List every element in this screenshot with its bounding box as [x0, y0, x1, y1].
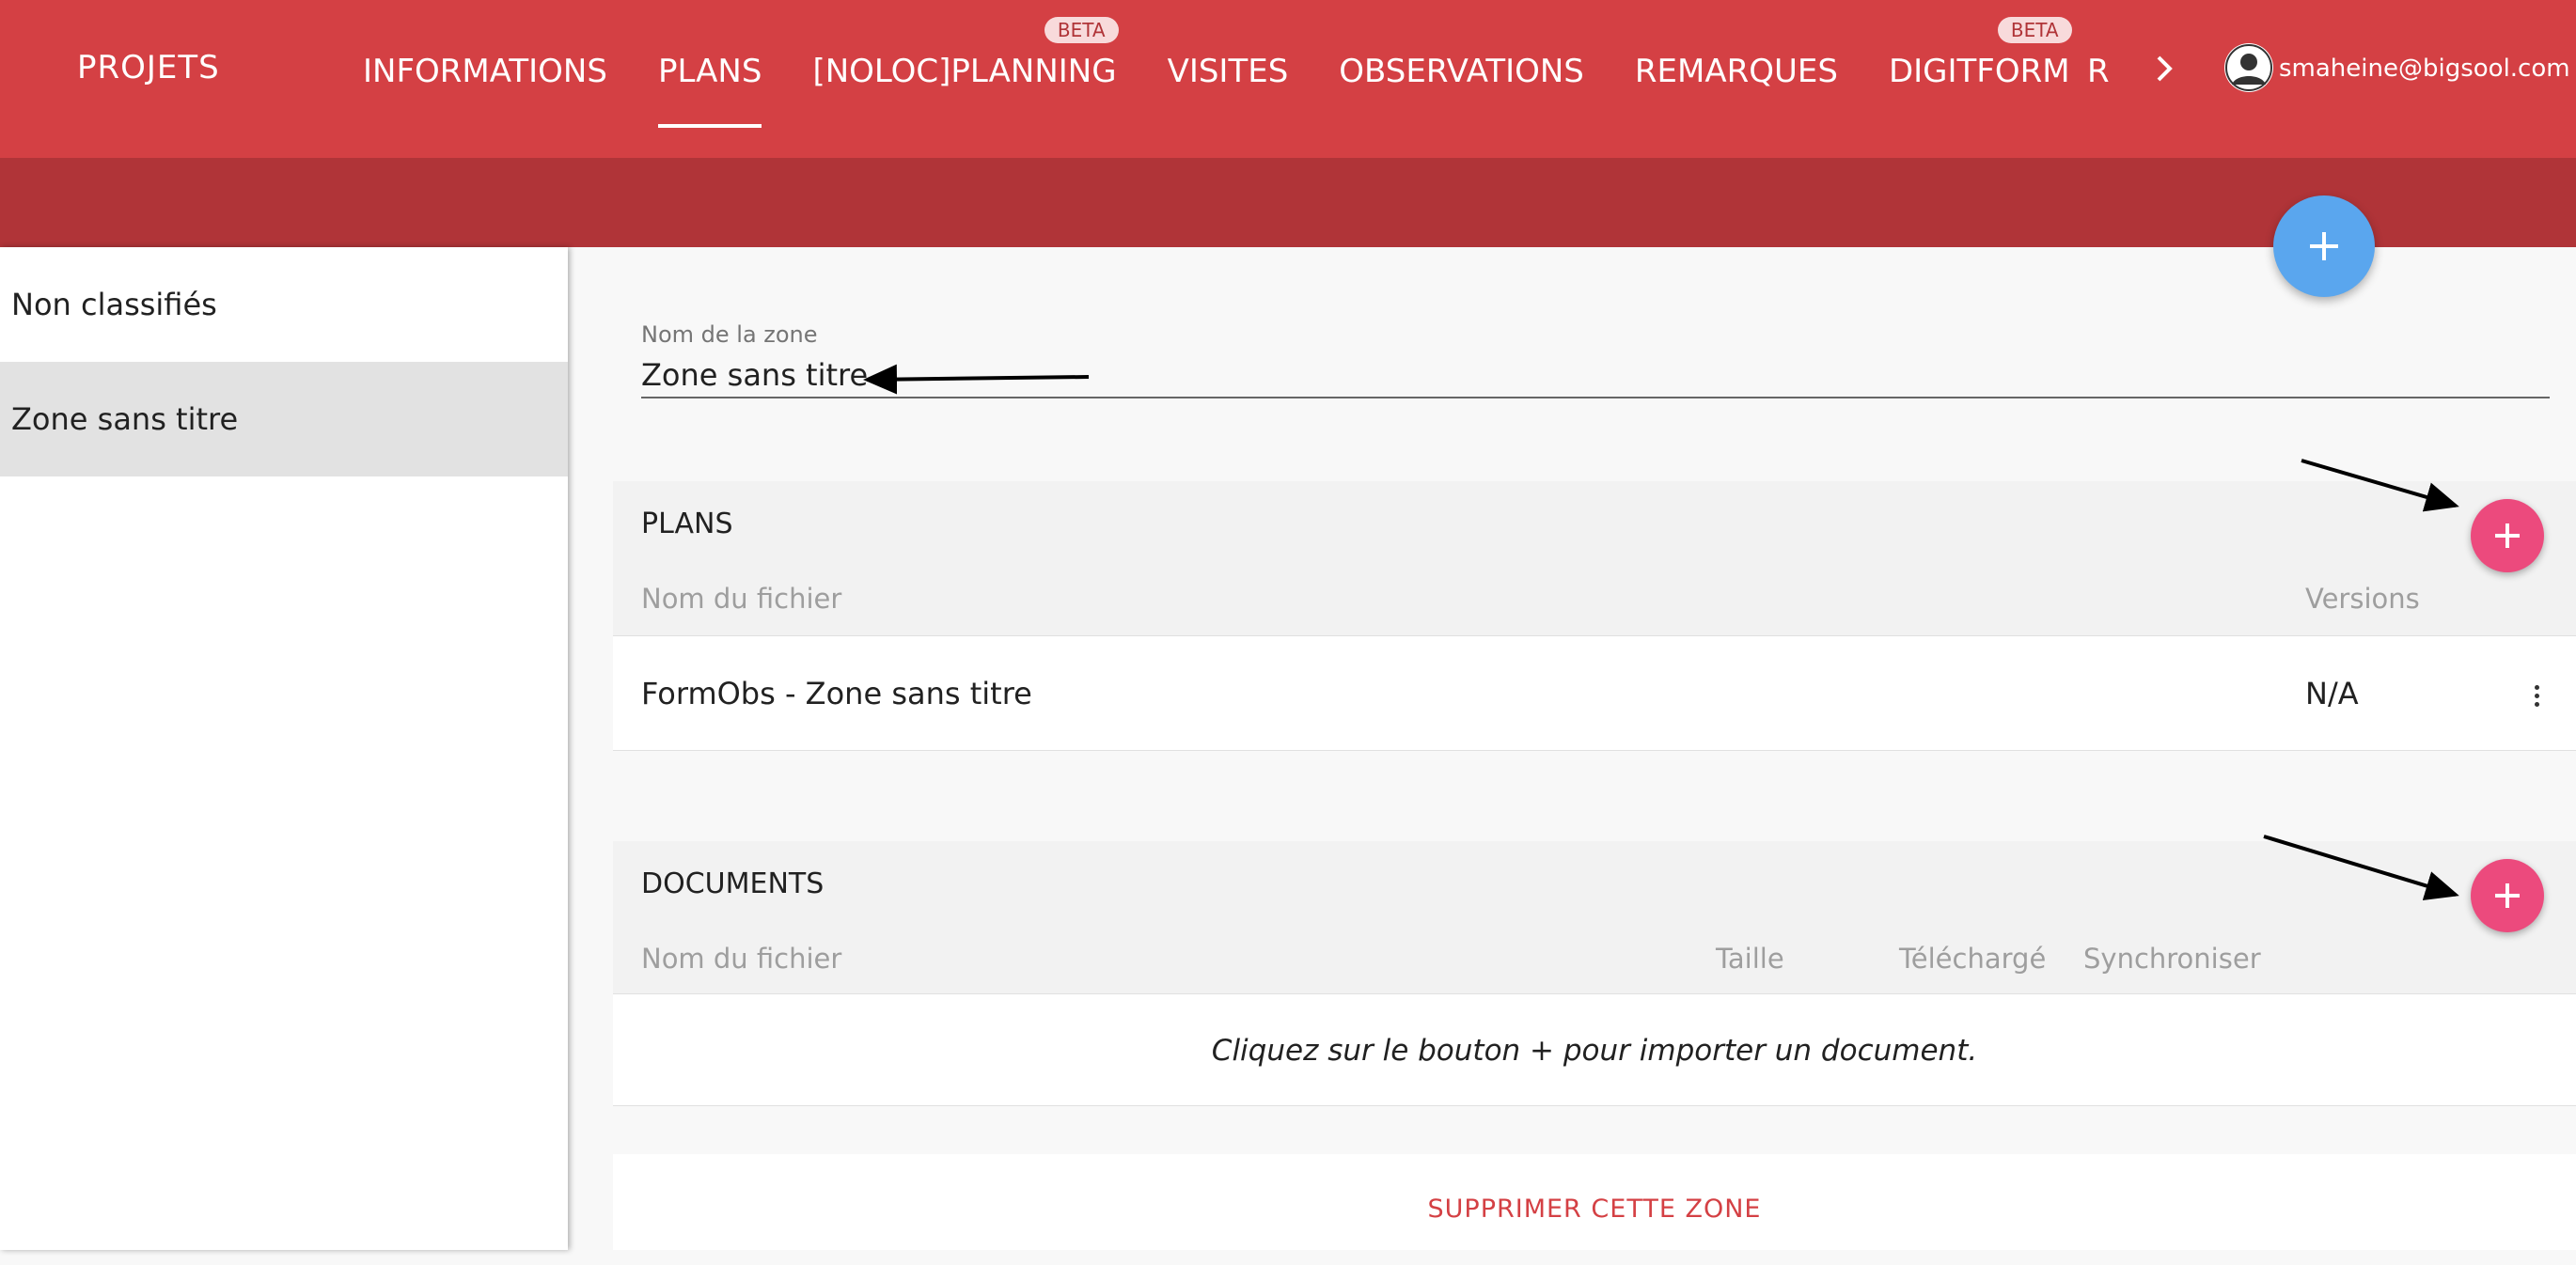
add-document-button[interactable]	[2471, 859, 2544, 932]
documents-title: DOCUMENTS	[641, 867, 825, 900]
tab-planning[interactable]: [NOLOC]PLANNING BETA	[812, 17, 1119, 120]
documents-header: DOCUMENTS Nom du fichier Taille Téléchar…	[613, 841, 2576, 994]
col-sync: Synchroniser	[2083, 943, 2261, 975]
plan-versions: N/A	[2305, 676, 2359, 711]
user-email[interactable]: smaheine@bigsool.com	[2279, 55, 2570, 83]
tab-overflow[interactable]: R	[2087, 53, 2110, 90]
plans-section: PLANS Nom du fichier Versions FormObs - …	[613, 481, 2576, 751]
col-size: Taille	[1716, 943, 1784, 975]
beta-badge: BETA	[1044, 17, 1119, 43]
table-row[interactable]: FormObs - Zone sans titre N/A	[613, 636, 2576, 751]
chevron-right-icon[interactable]	[2145, 50, 2183, 87]
delete-zone-button[interactable]: SUPPRIMER CETTE ZONE	[613, 1154, 2576, 1250]
header-subbar	[0, 158, 2576, 247]
empty-documents-message: Cliquez sur le bouton + pour importer un…	[1211, 1034, 1978, 1068]
tab-informations[interactable]: INFORMATIONS	[363, 36, 607, 120]
add-plan-button[interactable]	[2471, 499, 2544, 572]
tab-plans[interactable]: PLANS	[657, 36, 762, 128]
user-avatar-icon[interactable]	[2224, 43, 2273, 92]
nav-tabs: INFORMATIONS PLANS [NOLOC]PLANNING BETA V…	[363, 17, 2121, 128]
col-file-name: Nom du fichier	[641, 943, 842, 975]
zones-sidebar: Non classifiés Zone sans titre	[0, 247, 568, 1250]
col-versions: Versions	[2305, 583, 2420, 615]
more-vert-icon[interactable]	[2533, 685, 2540, 708]
sidebar-item-non-classifies[interactable]: Non classifiés	[0, 247, 568, 362]
sidebar-item-zone-sans-titre[interactable]: Zone sans titre	[0, 362, 568, 476]
add-zone-button[interactable]	[2273, 195, 2375, 297]
col-downloaded: Téléchargé	[1899, 943, 2047, 975]
plans-header: PLANS Nom du fichier Versions	[613, 481, 2576, 636]
tab-digitform[interactable]: DIGITFORM BETA	[1889, 17, 2072, 120]
zone-name-label: Nom de la zone	[641, 321, 818, 348]
app-header: PROJETS INFORMATIONS PLANS [NOLOC]PLANNI…	[0, 0, 2576, 158]
col-file-name: Nom du fichier	[641, 583, 842, 615]
tab-remarques[interactable]: REMARQUES	[1635, 36, 1838, 120]
plan-file-name: FormObs - Zone sans titre	[641, 676, 1032, 711]
tab-observations[interactable]: OBSERVATIONS	[1339, 36, 1584, 120]
plans-title: PLANS	[641, 508, 733, 540]
tab-visites[interactable]: VISITES	[1168, 36, 1289, 120]
projects-link[interactable]: PROJETS	[77, 49, 220, 86]
zone-name-input[interactable]	[641, 353, 2550, 398]
empty-row: Cliquez sur le bouton + pour importer un…	[613, 994, 2576, 1106]
beta-badge: BETA	[1997, 17, 2072, 43]
documents-section: DOCUMENTS Nom du fichier Taille Téléchar…	[613, 841, 2576, 1106]
